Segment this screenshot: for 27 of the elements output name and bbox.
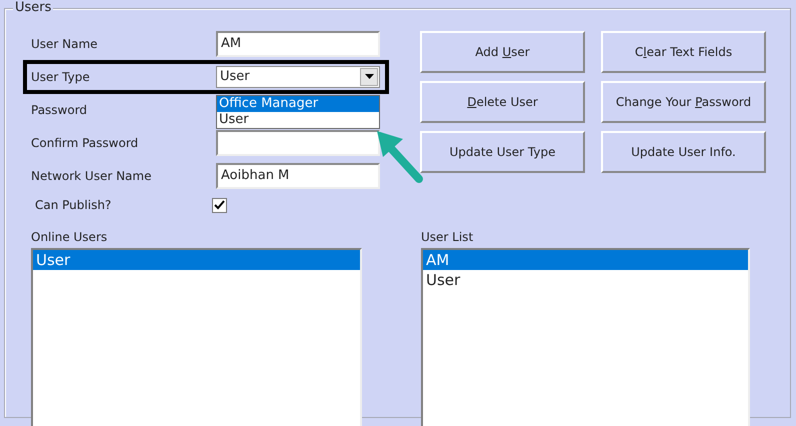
dropdown-option[interactable]: User bbox=[217, 112, 379, 128]
action-button[interactable]: Update User Info. bbox=[601, 131, 766, 173]
list-item[interactable]: User bbox=[33, 250, 360, 270]
list-label: User List bbox=[421, 229, 474, 246]
dropdown-list[interactable]: Office Manager User bbox=[216, 95, 380, 129]
list-label: Online Users bbox=[31, 229, 108, 246]
list-item[interactable]: User bbox=[423, 270, 748, 290]
action-button[interactable]: Change Your Password bbox=[601, 81, 766, 123]
action-button[interactable]: Add User bbox=[420, 31, 585, 73]
list-box[interactable]: AM User bbox=[421, 248, 750, 426]
input-field[interactable]: AM bbox=[216, 30, 380, 56]
dropdown-option[interactable]: Office Manager bbox=[217, 96, 379, 112]
input-field[interactable] bbox=[216, 130, 380, 156]
field-label: Can Publish? bbox=[34, 197, 112, 214]
action-button[interactable]: Clear Text Fields bbox=[601, 31, 766, 73]
action-button[interactable]: Delete User bbox=[420, 81, 585, 123]
input-field[interactable]: Aoibhan M bbox=[216, 162, 380, 188]
field-label: Network User Name bbox=[31, 168, 152, 184]
checkbox[interactable] bbox=[212, 198, 227, 212]
action-button[interactable]: Update User Type bbox=[420, 131, 585, 173]
list-box[interactable]: User bbox=[31, 248, 362, 426]
field-label: User Name bbox=[31, 36, 99, 52]
field-label: User Type bbox=[31, 68, 91, 86]
field-label: Password bbox=[31, 102, 88, 118]
field-label: Confirm Password bbox=[31, 134, 140, 152]
list-item[interactable]: AM bbox=[423, 250, 748, 270]
dropdown-field[interactable]: User bbox=[216, 66, 380, 88]
